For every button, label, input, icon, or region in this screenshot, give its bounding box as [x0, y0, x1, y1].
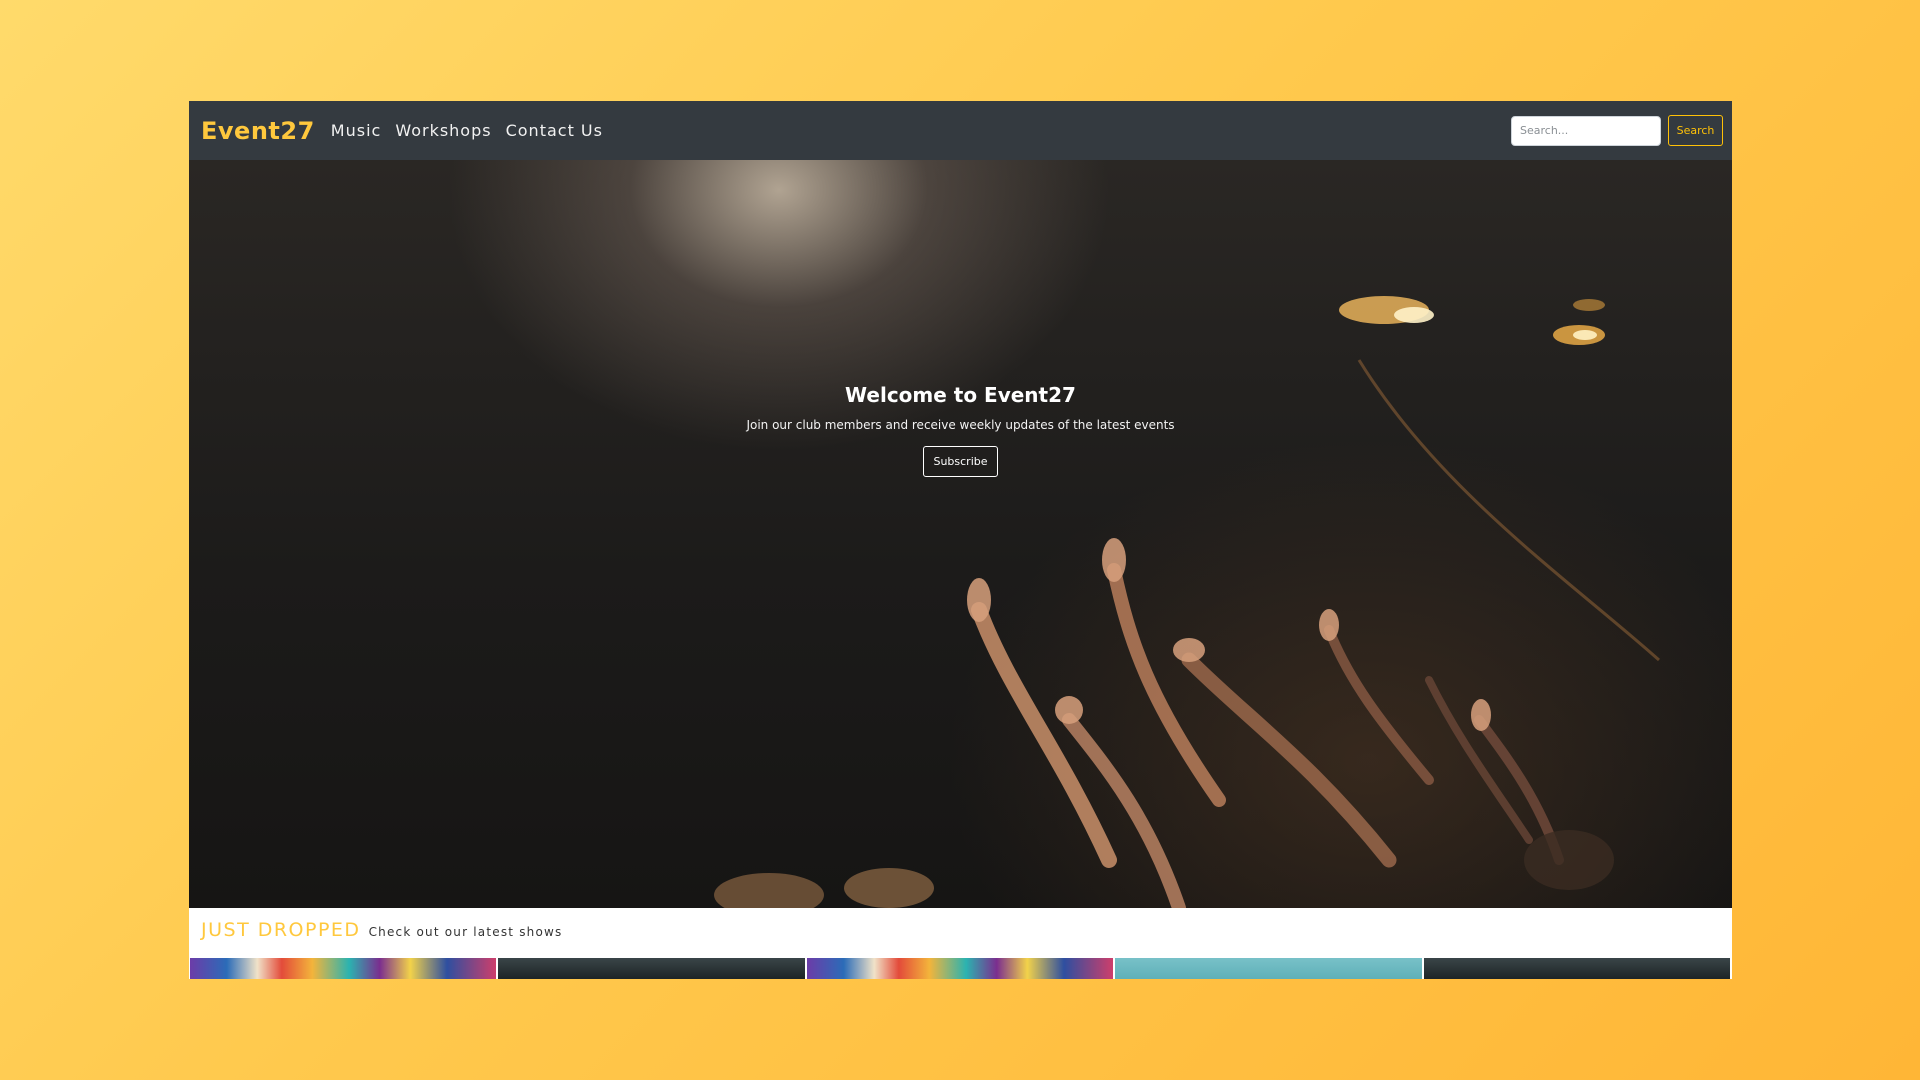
page-frame: Event27 Music Workshops Contact Us Searc… — [189, 101, 1732, 979]
section-title: JUST DROPPED — [201, 919, 361, 941]
subscribe-button[interactable]: Subscribe — [923, 446, 998, 477]
nav-links: Music Workshops Contact Us — [331, 121, 617, 140]
hero-subtitle: Join our club members and receive weekly… — [746, 418, 1175, 432]
show-thumbnail[interactable] — [498, 958, 805, 979]
search-input[interactable] — [1511, 115, 1661, 146]
hero-title: Welcome to Event27 — [845, 383, 1076, 407]
show-thumbnails — [190, 958, 1732, 979]
hero-content: Welcome to Event27 Join our club members… — [189, 160, 1732, 908]
hero-banner: Welcome to Event27 Join our club members… — [189, 160, 1732, 908]
nav-link-workshops[interactable]: Workshops — [395, 121, 491, 140]
search-form: Search — [1511, 115, 1723, 146]
search-button[interactable]: Search — [1668, 115, 1723, 146]
brand-logo[interactable]: Event27 — [201, 117, 315, 145]
nav-link-contact-us[interactable]: Contact Us — [506, 121, 603, 140]
section-subtitle: Check out our latest shows — [368, 925, 563, 939]
nav-link-music[interactable]: Music — [331, 121, 382, 140]
show-thumbnail[interactable] — [190, 958, 497, 979]
show-thumbnail[interactable] — [1115, 958, 1422, 979]
show-thumbnail[interactable] — [1423, 958, 1731, 979]
show-thumbnail[interactable] — [806, 958, 1114, 979]
navbar: Event27 Music Workshops Contact Us Searc… — [189, 101, 1732, 160]
just-dropped-header: JUST DROPPED Check out our latest shows — [201, 919, 562, 941]
